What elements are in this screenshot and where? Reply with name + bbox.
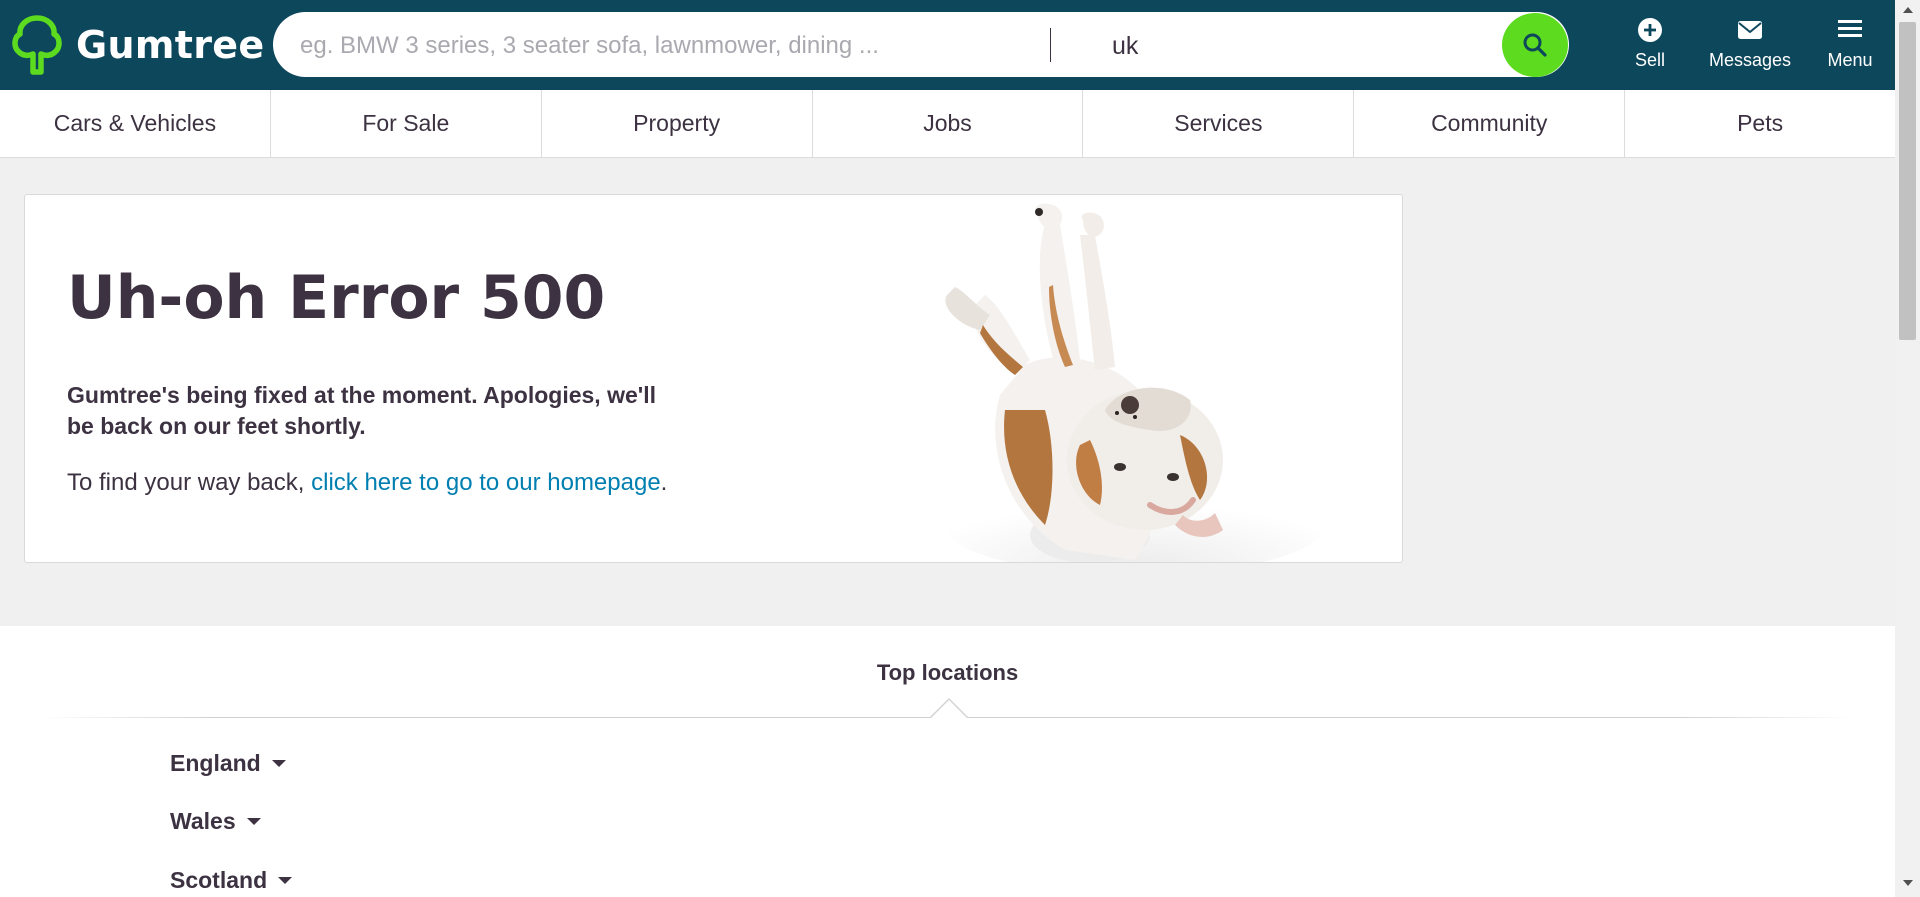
category-nav: Cars & Vehicles For Sale Property Jobs S…: [0, 90, 1895, 158]
menu-button[interactable]: Menu: [1822, 14, 1878, 71]
top-header: Gumtree Sell Messages: [0, 0, 1895, 90]
scroll-down-arrow[interactable]: [1903, 880, 1913, 886]
envelope-icon: [1738, 21, 1762, 39]
messages-label: Messages: [1708, 50, 1792, 70]
hamburger-icon: [1838, 20, 1862, 37]
location-input[interactable]: [1110, 28, 1464, 64]
error-back-suffix: .: [660, 469, 668, 496]
logo-text: Gumtree: [76, 23, 265, 67]
category-services[interactable]: Services: [1083, 90, 1355, 157]
category-property[interactable]: Property: [542, 90, 813, 157]
search-divider: [1050, 28, 1051, 62]
error-card: Uh-oh Error 500 Gumtree's being fixed at…: [24, 194, 1403, 563]
divider-notch-inner: [931, 700, 967, 718]
region-wales[interactable]: Wales: [170, 808, 262, 835]
category-cars-vehicles[interactable]: Cars & Vehicles: [0, 90, 271, 157]
scroll-thumb[interactable]: [1899, 22, 1916, 340]
region-label: Scotland: [170, 867, 268, 893]
caret-down-icon: [246, 817, 261, 825]
caret-down-icon: [271, 759, 286, 767]
search-button[interactable]: [1502, 13, 1568, 77]
top-locations-section: Top locations England Wales Scotland: [0, 626, 1895, 897]
error-back-prefix: To find your way back,: [67, 469, 312, 496]
bulldog-illustration: [945, 203, 1325, 562]
search-icon: [1523, 33, 1547, 57]
sell-button[interactable]: Sell: [1632, 14, 1668, 71]
error-back-text: To find your way back, click here to go …: [67, 469, 667, 497]
search-bar: [273, 12, 1569, 77]
messages-button[interactable]: Messages: [1704, 14, 1796, 71]
region-label: Wales: [170, 808, 236, 834]
error-message: Gumtree's being fixed at the moment. Apo…: [67, 382, 657, 439]
search-input[interactable]: [298, 28, 1062, 64]
plus-circle-icon: [1638, 18, 1662, 42]
scroll-up-arrow[interactable]: [1903, 7, 1913, 13]
homepage-link[interactable]: click here to go to our homepage: [311, 469, 661, 496]
category-for-sale[interactable]: For Sale: [271, 90, 542, 157]
caret-down-icon: [278, 876, 293, 884]
error-title: Uh-oh Error 500: [67, 263, 606, 333]
menu-label: Menu: [1827, 50, 1873, 70]
category-jobs[interactable]: Jobs: [813, 90, 1084, 157]
top-locations-heading: Top locations: [876, 660, 1019, 685]
gumtree-logo[interactable]: Gumtree: [12, 14, 264, 76]
region-england[interactable]: England: [170, 750, 287, 777]
page-scrollbar[interactable]: [1895, 0, 1920, 897]
region-scotland[interactable]: Scotland: [170, 867, 293, 894]
category-pets[interactable]: Pets: [1625, 90, 1895, 157]
category-community[interactable]: Community: [1354, 90, 1626, 157]
tree-logo-icon: [12, 15, 62, 75]
region-label: England: [170, 750, 261, 776]
sell-label: Sell: [1634, 50, 1665, 70]
